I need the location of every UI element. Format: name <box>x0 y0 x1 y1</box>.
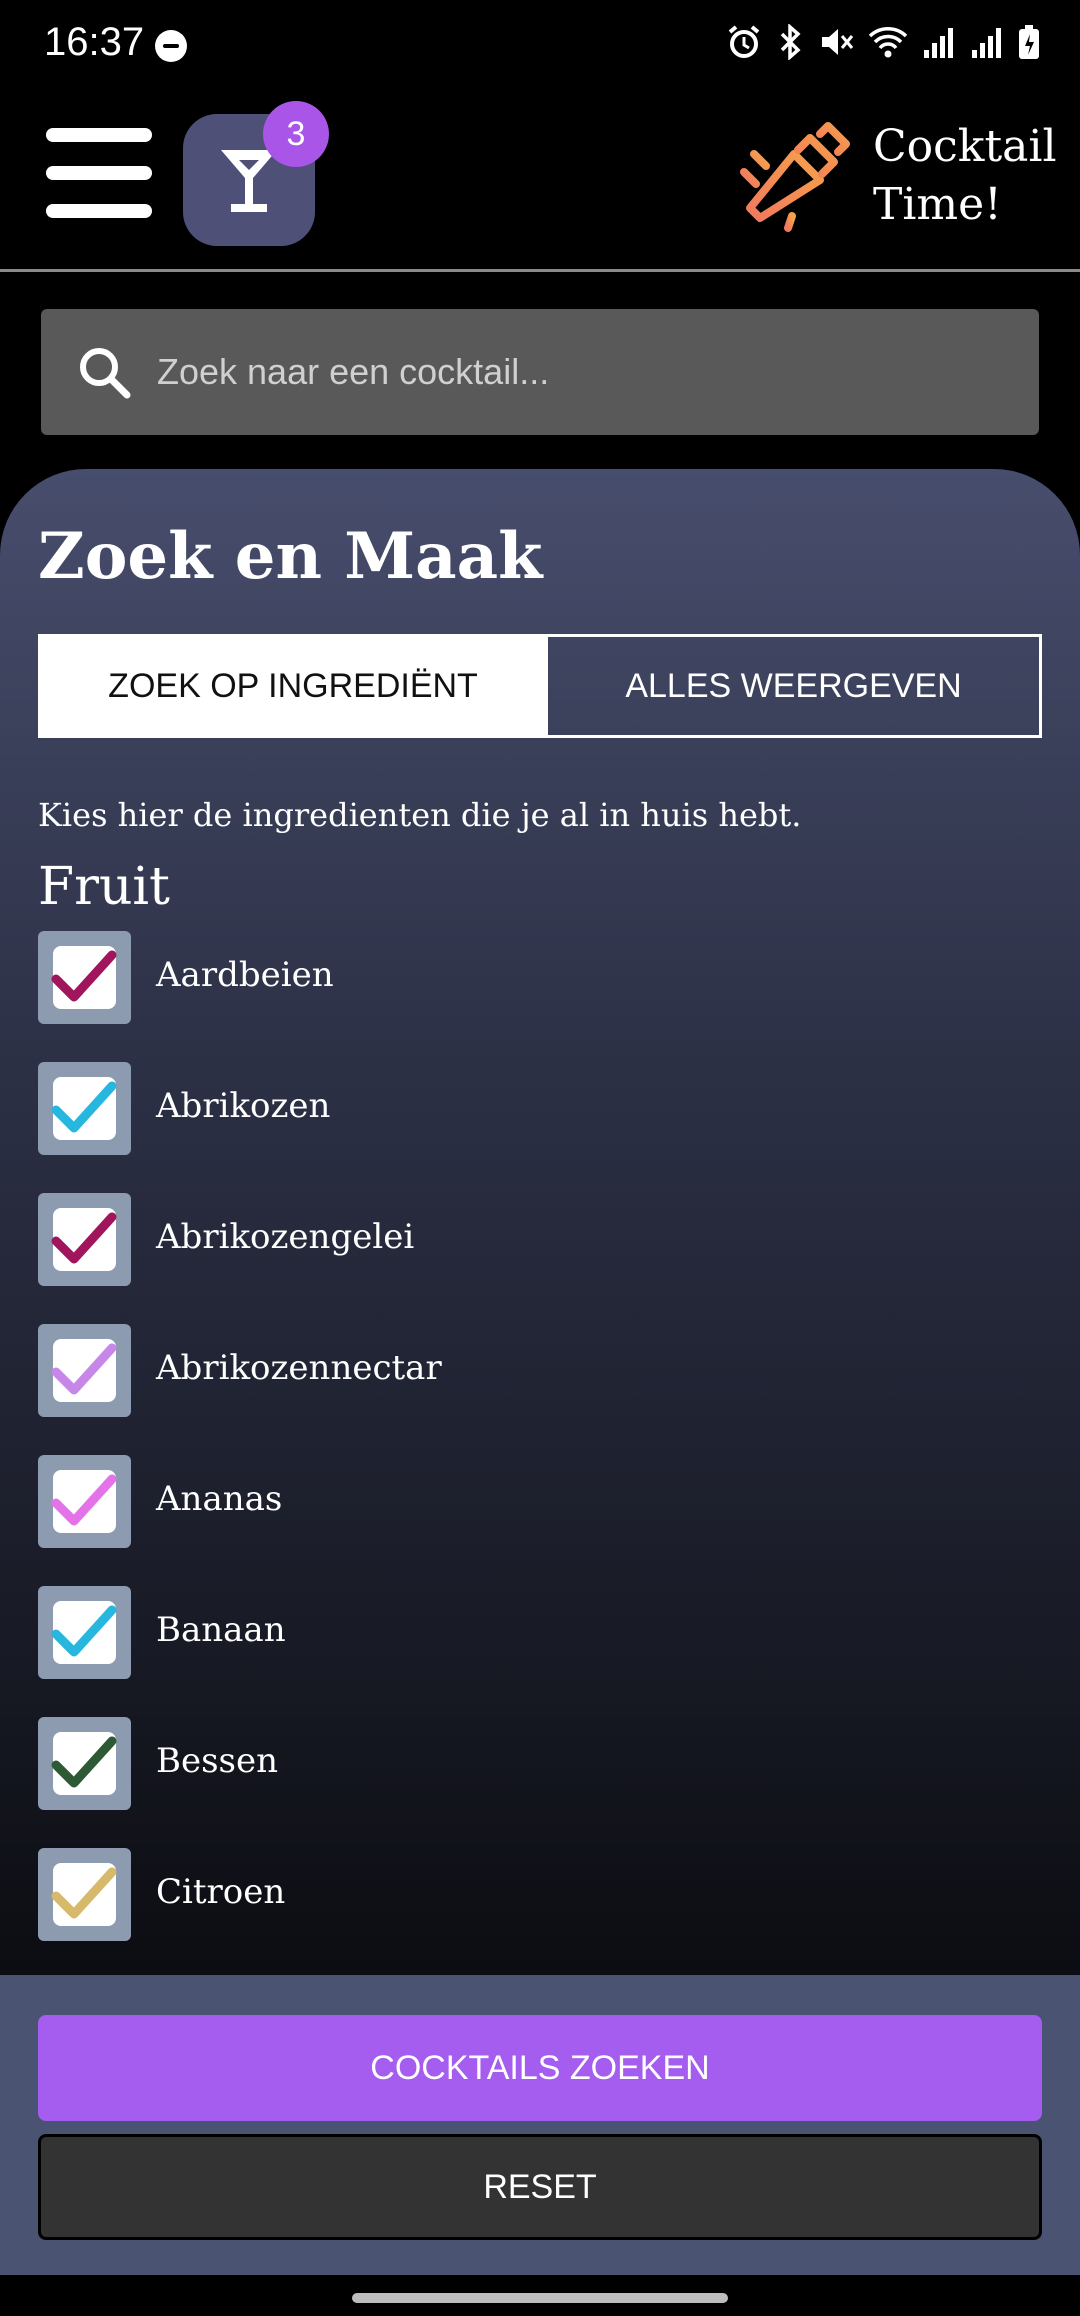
ingredient-item[interactable]: Citroen <box>38 1848 1038 1979</box>
mute-icon <box>822 29 854 55</box>
ingredient-label: Aardbeien <box>156 955 334 995</box>
ingredient-label: Abrikozengelei <box>156 1217 415 1257</box>
hamburger-menu-icon[interactable] <box>46 128 152 220</box>
search-bar[interactable] <box>41 309 1039 435</box>
checkmark-icon <box>51 950 117 1002</box>
brand-title: Cocktail Time! <box>873 118 1073 234</box>
signal-icon <box>972 28 1001 58</box>
ingredient-checkbox[interactable] <box>38 1193 131 1286</box>
page-title: Zoek en Maak <box>38 519 543 594</box>
ingredient-checkbox[interactable] <box>38 931 131 1024</box>
reset-button[interactable]: RESET <box>38 2134 1042 2240</box>
tab-search-by-ingredient[interactable]: ZOEK OP INGREDIËNT <box>41 637 545 735</box>
ingredient-checkbox[interactable] <box>38 1586 131 1679</box>
ingredient-item[interactable]: Ananas <box>38 1455 1038 1586</box>
system-nav-area <box>0 2275 1080 2316</box>
ingredient-item[interactable]: Aardbeien <box>38 931 1038 1062</box>
ingredient-item[interactable]: Abrikozengelei <box>38 1193 1038 1324</box>
ingredient-label: Bessen <box>156 1741 279 1781</box>
tab-bar: ZOEK OP INGREDIËNT ALLES WEERGEVEN <box>38 634 1042 738</box>
checkmark-icon <box>51 1736 117 1788</box>
cart-count-badge: 3 <box>263 101 329 167</box>
ingredient-label: Banaan <box>156 1610 286 1650</box>
home-indicator[interactable] <box>352 2293 728 2303</box>
wifi-icon <box>868 27 908 58</box>
checkmark-icon <box>51 1474 117 1526</box>
ingredient-checkbox[interactable] <box>38 1324 131 1417</box>
ingredient-item[interactable]: Abrikozennectar <box>38 1324 1038 1455</box>
ingredient-label: Citroen <box>156 1872 286 1912</box>
ingredient-list: Aardbeien Abrikozen Abrikozengelei Abrikoze… <box>38 931 1038 1979</box>
battery-icon <box>1019 25 1039 59</box>
ingredient-checkbox[interactable] <box>38 1062 131 1155</box>
checkmark-icon <box>51 1343 117 1395</box>
do-not-disturb-icon <box>155 30 187 62</box>
brand-line-1: Cocktail <box>873 121 1057 172</box>
app-bar: 3 Cocktail Time! <box>0 92 1080 272</box>
search-panel: Zoek en Maak ZOEK OP INGREDIËNT ALLES WE… <box>0 469 1080 1975</box>
bluetooth-icon <box>780 24 801 60</box>
checkmark-icon <box>51 1867 117 1919</box>
status-time: 16:37 <box>44 20 145 64</box>
search-icon <box>80 348 131 399</box>
ingredient-item[interactable]: Bessen <box>38 1717 1038 1848</box>
bottom-action-bar: COCKTAILS ZOEKEN RESET <box>0 1975 1080 2275</box>
ingredient-item[interactable]: Banaan <box>38 1586 1038 1717</box>
section-title-fruit: Fruit <box>38 857 170 917</box>
cocktail-shaker-logo <box>740 122 850 232</box>
status-bar: 16:37 <box>0 0 1080 92</box>
checkmark-icon <box>51 1212 117 1264</box>
ingredient-item[interactable]: Abrikozen <box>38 1062 1038 1193</box>
ingredient-checkbox[interactable] <box>38 1717 131 1810</box>
checkmark-icon <box>51 1605 117 1657</box>
search-input[interactable] <box>157 339 997 405</box>
ingredient-label: Ananas <box>156 1479 283 1519</box>
ingredient-checkbox[interactable] <box>38 1455 131 1548</box>
brand-line-2: Time! <box>873 179 1002 230</box>
checkmark-icon <box>51 1081 117 1133</box>
status-icons <box>726 24 1040 60</box>
signal-icon <box>924 28 953 58</box>
ingredient-label: Abrikozennectar <box>156 1348 442 1388</box>
tab-show-all[interactable]: ALLES WEERGEVEN <box>545 637 1039 735</box>
ingredient-hint: Kies hier de ingredienten die je al in h… <box>38 796 802 834</box>
ingredient-checkbox[interactable] <box>38 1848 131 1941</box>
ingredient-label: Abrikozen <box>156 1086 331 1126</box>
search-cocktails-button[interactable]: COCKTAILS ZOEKEN <box>38 2015 1042 2121</box>
alarm-icon <box>728 25 760 58</box>
